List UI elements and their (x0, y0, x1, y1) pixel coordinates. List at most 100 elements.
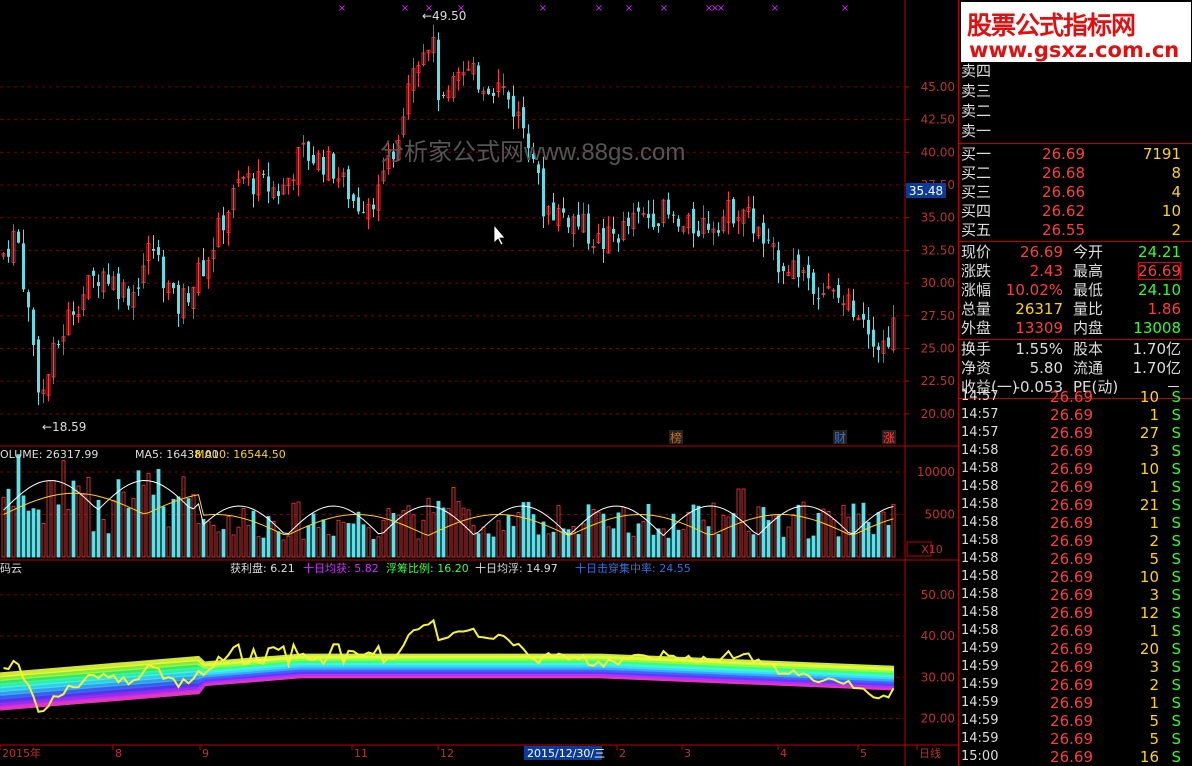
bid-row: 买五 26.55 2 (961, 221, 1191, 239)
volume-bar (436, 500, 441, 558)
tick-volume: 2 (1149, 532, 1159, 550)
candle-body (647, 213, 650, 218)
tick-volume: 27 (1139, 424, 1159, 442)
profit-label: 获利盘: 6.21 (230, 561, 295, 575)
stat-value: 1.55% (1015, 340, 1063, 358)
divider (959, 241, 1192, 242)
volume-bar (71, 480, 76, 558)
candle-body (852, 300, 855, 318)
tick-side: S (1171, 424, 1181, 442)
candle-body (677, 218, 680, 227)
tick-price: 26.69 (1050, 388, 1093, 406)
tick-side: S (1171, 712, 1181, 730)
watermark-center: 分析家公式网www.88gs.com (380, 139, 685, 166)
tick-time: 14:59 (961, 641, 999, 656)
volume-bar (476, 533, 481, 558)
volume-bar (136, 470, 141, 558)
tick-price: 26.69 (1050, 496, 1093, 514)
tick-volume: 1 (1149, 514, 1159, 532)
candle-body (7, 248, 10, 257)
bid-volume: 7191 (1142, 145, 1181, 163)
site-logo: 股票公式指标网 www.gsxz.com.cn (961, 2, 1191, 62)
tick-time: 14:58 (961, 623, 999, 638)
bid-price: 26.69 (1042, 145, 1085, 163)
volume-bar (221, 529, 226, 558)
tick-time: 14:58 (961, 569, 999, 584)
chip-tick-label: 50.00 (921, 588, 955, 602)
stat-value-2: 24.10 (1138, 281, 1181, 299)
volume-bar (751, 534, 756, 558)
stat-label-2: 内盘 (1073, 319, 1104, 337)
candle-body (512, 95, 515, 117)
volume-bar (306, 525, 311, 558)
candle-body (117, 273, 120, 299)
volume-bar (886, 524, 891, 558)
tick-price: 26.69 (1050, 424, 1093, 442)
x-axis-label: 2015/12/30/三 (527, 747, 605, 760)
volume-bar (171, 499, 176, 558)
stat-value-2: 13008 (1133, 319, 1181, 337)
volume-bar (781, 536, 786, 558)
candle-body (817, 298, 820, 300)
candle-body (352, 194, 355, 202)
volume-bar (796, 504, 801, 558)
event-marker: 榜 (670, 430, 682, 445)
tick-time: 14:58 (961, 551, 999, 566)
candle-body (552, 202, 555, 221)
candle-body (312, 154, 315, 164)
stat-row: 涨幅 10.02% 最低 24.10 (961, 281, 1191, 299)
volume-bar (331, 535, 336, 558)
tick-price: 26.69 (1050, 550, 1093, 568)
candle-body (542, 168, 545, 217)
candle-body (577, 214, 580, 227)
price-tick-label: 30.00 (921, 276, 955, 290)
tick-row: 14:59 26.69 5 S (961, 730, 1191, 748)
volume-tick-label: 10000 (917, 465, 955, 479)
candle-body (172, 283, 175, 289)
tick-time: 14:58 (961, 497, 999, 512)
stat-row: 涨跌 2.43 最高 26.69 (961, 262, 1191, 280)
x-axis-label: 2 (619, 747, 626, 760)
ask-row: 卖一 (961, 122, 1191, 140)
bid-label: 买二 (961, 164, 992, 182)
candle-body (877, 346, 880, 350)
candle-body (567, 217, 570, 228)
logo-url: www.gsxz.com.cn (969, 38, 1180, 62)
price-tick-label: 25.00 (921, 341, 955, 355)
bid-volume: 8 (1171, 164, 1181, 182)
candle-body (322, 156, 325, 175)
tick-volume: 1 (1149, 622, 1159, 640)
candle-body (177, 285, 180, 314)
tick-price: 26.69 (1050, 730, 1093, 748)
logo-title: 股票公式指标网 (967, 11, 1136, 40)
stat-row: 外盘 13309 内盘 13008 (961, 319, 1191, 337)
candle-body (437, 39, 440, 101)
candle-body (332, 153, 335, 179)
tick-volume: 3 (1149, 442, 1159, 460)
bid-label: 买一 (961, 145, 992, 163)
bid-volume: 4 (1171, 183, 1181, 201)
ma10-label: MA10: 16544.50 (195, 448, 286, 461)
volume-bar (586, 504, 591, 558)
stock-chart[interactable]: 20.0022.5025.0027.5030.0032.5035.0037.50… (0, 0, 958, 766)
tick-row: 14:58 26.69 10 S (961, 460, 1191, 478)
volume-bar (126, 507, 131, 558)
top-marker: × (457, 3, 465, 14)
price-tick-label: 40.00 (921, 145, 955, 159)
ask-row: 卖四 (961, 62, 1191, 80)
volume-bar (371, 538, 376, 558)
tick-price: 26.69 (1050, 640, 1093, 658)
volume-bar (541, 521, 546, 558)
tick-price: 26.69 (1050, 406, 1093, 424)
stat-label: 涨幅 (961, 281, 992, 299)
top-marker: × (717, 3, 725, 14)
candle-body (507, 92, 510, 100)
bid-volume: 2 (1171, 221, 1181, 239)
bid-price: 26.66 (1042, 183, 1085, 201)
candle-body (362, 212, 365, 214)
tick-price: 26.69 (1050, 478, 1093, 496)
candle-body (872, 329, 875, 347)
tick-row: 14:58 26.69 3 S (961, 442, 1191, 460)
candle-body (307, 141, 310, 161)
candle-body (602, 228, 605, 249)
